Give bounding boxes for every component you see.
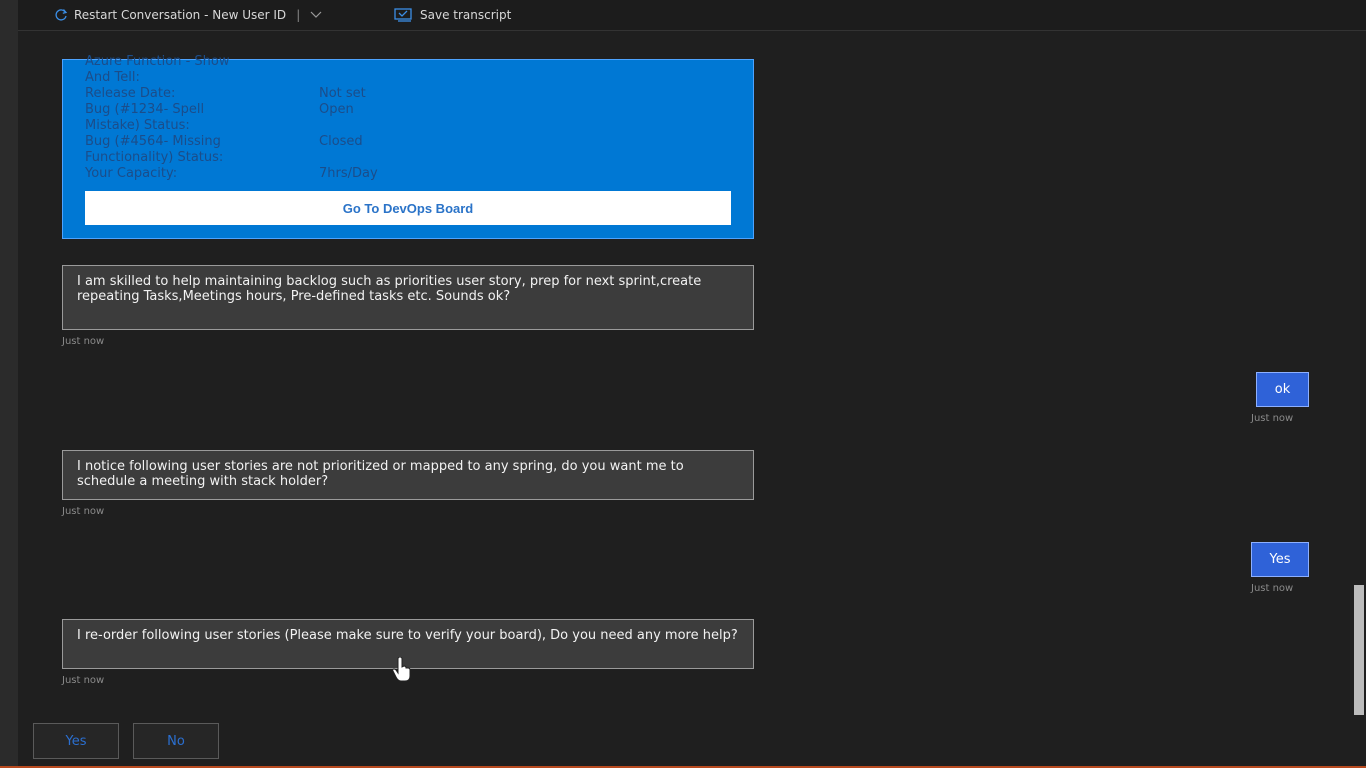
restart-conversation-label: Restart Conversation - New User ID <box>74 8 287 22</box>
bot-message-text: I re-order following user stories (Pleas… <box>77 628 738 643</box>
hand-pointer-icon <box>392 656 412 687</box>
fact-value: Open <box>319 102 354 117</box>
bot-message-text: I notice following user stories are not … <box>77 459 684 489</box>
refresh-icon <box>54 8 68 22</box>
fact-key: Functionality) Status: <box>85 150 224 165</box>
bot-message: I notice following user stories are not … <box>62 450 754 500</box>
chevron-down-icon[interactable] <box>310 11 322 19</box>
save-transcript-label: Save transcript <box>420 8 512 22</box>
fact-key: Azure Function - Show <box>85 54 230 69</box>
user-message-text: ok <box>1274 382 1291 397</box>
fact-key: Release Date: <box>85 86 176 101</box>
restart-conversation-button[interactable]: Restart Conversation - New User ID | <box>54 7 322 23</box>
suggested-action-label: Yes <box>65 733 87 749</box>
fact-key: And Tell: <box>85 70 140 85</box>
suggested-action-yes-button[interactable]: Yes <box>33 723 119 759</box>
fact-key: Mistake) Status: <box>85 118 190 133</box>
fact-value: Closed <box>319 134 363 149</box>
message-timestamp: Just now <box>62 675 105 686</box>
scrollbar-thumb[interactable] <box>1354 585 1364 715</box>
conversation-pane[interactable]: Azure Function - Show And Tell: Release … <box>18 31 1348 721</box>
fact-key: Bug (#1234- Spell <box>85 102 205 117</box>
save-transcript-button[interactable]: Save transcript <box>394 7 511 23</box>
bot-message: I am skilled to help maintaining backlog… <box>62 265 754 330</box>
bot-message-text: I am skilled to help maintaining backlog… <box>77 274 702 304</box>
fact-key: Your Capacity: <box>85 166 178 181</box>
save-transcript-icon <box>394 8 414 22</box>
suggested-action-label: No <box>167 733 185 749</box>
emulator-toolbar: Restart Conversation - New User ID | Sav… <box>18 0 1366 31</box>
devops-status-card: Azure Function - Show And Tell: Release … <box>62 54 754 239</box>
suggested-action-no-button[interactable]: No <box>133 723 219 759</box>
message-timestamp: Just now <box>1251 583 1294 594</box>
toolbar-separator: | <box>296 8 301 22</box>
message-timestamp: Just now <box>62 336 105 347</box>
fact-value: Not set <box>319 86 366 101</box>
user-message: Yes <box>1251 542 1309 577</box>
message-timestamp: Just now <box>62 506 105 517</box>
go-to-devops-board-button[interactable]: Go To DevOps Board <box>85 191 731 225</box>
fact-value: 7hrs/Day <box>319 166 378 181</box>
user-message-text: Yes <box>1269 552 1291 567</box>
user-message: ok <box>1256 372 1309 407</box>
message-timestamp: Just now <box>1251 413 1294 424</box>
left-panel-edge <box>0 0 18 768</box>
fact-key: Bug (#4564- Missing <box>85 134 221 149</box>
